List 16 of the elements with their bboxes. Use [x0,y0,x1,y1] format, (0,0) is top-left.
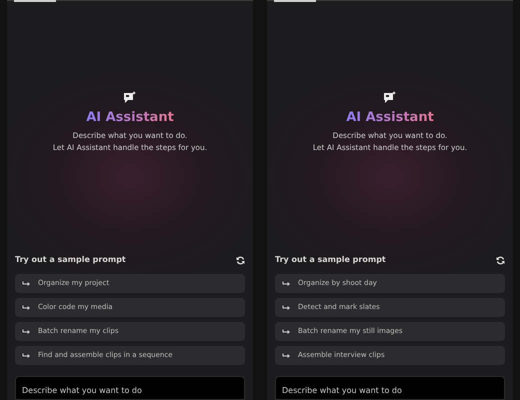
refresh-icon[interactable] [236,256,245,264]
section-heading: Try out a sample prompt [15,254,126,266]
section-heading: Try out a sample prompt [275,254,386,266]
prompt-input-field[interactable]: Describe what you want to do [275,376,505,400]
chat-sparkle-icon [123,91,137,104]
refresh-icon[interactable] [496,256,505,264]
return-arrow-icon [22,280,30,286]
return-arrow-icon [282,304,290,310]
return-arrow-icon [22,304,30,310]
return-arrow-icon [282,352,290,358]
chat-sparkle-icon [383,91,397,104]
prompt-input-field[interactable]: Describe what you want to do [15,376,245,400]
return-arrow-icon [22,328,30,334]
return-arrow-icon [282,280,290,286]
return-arrow-icon [22,352,30,358]
return-arrow-icon [282,328,290,334]
